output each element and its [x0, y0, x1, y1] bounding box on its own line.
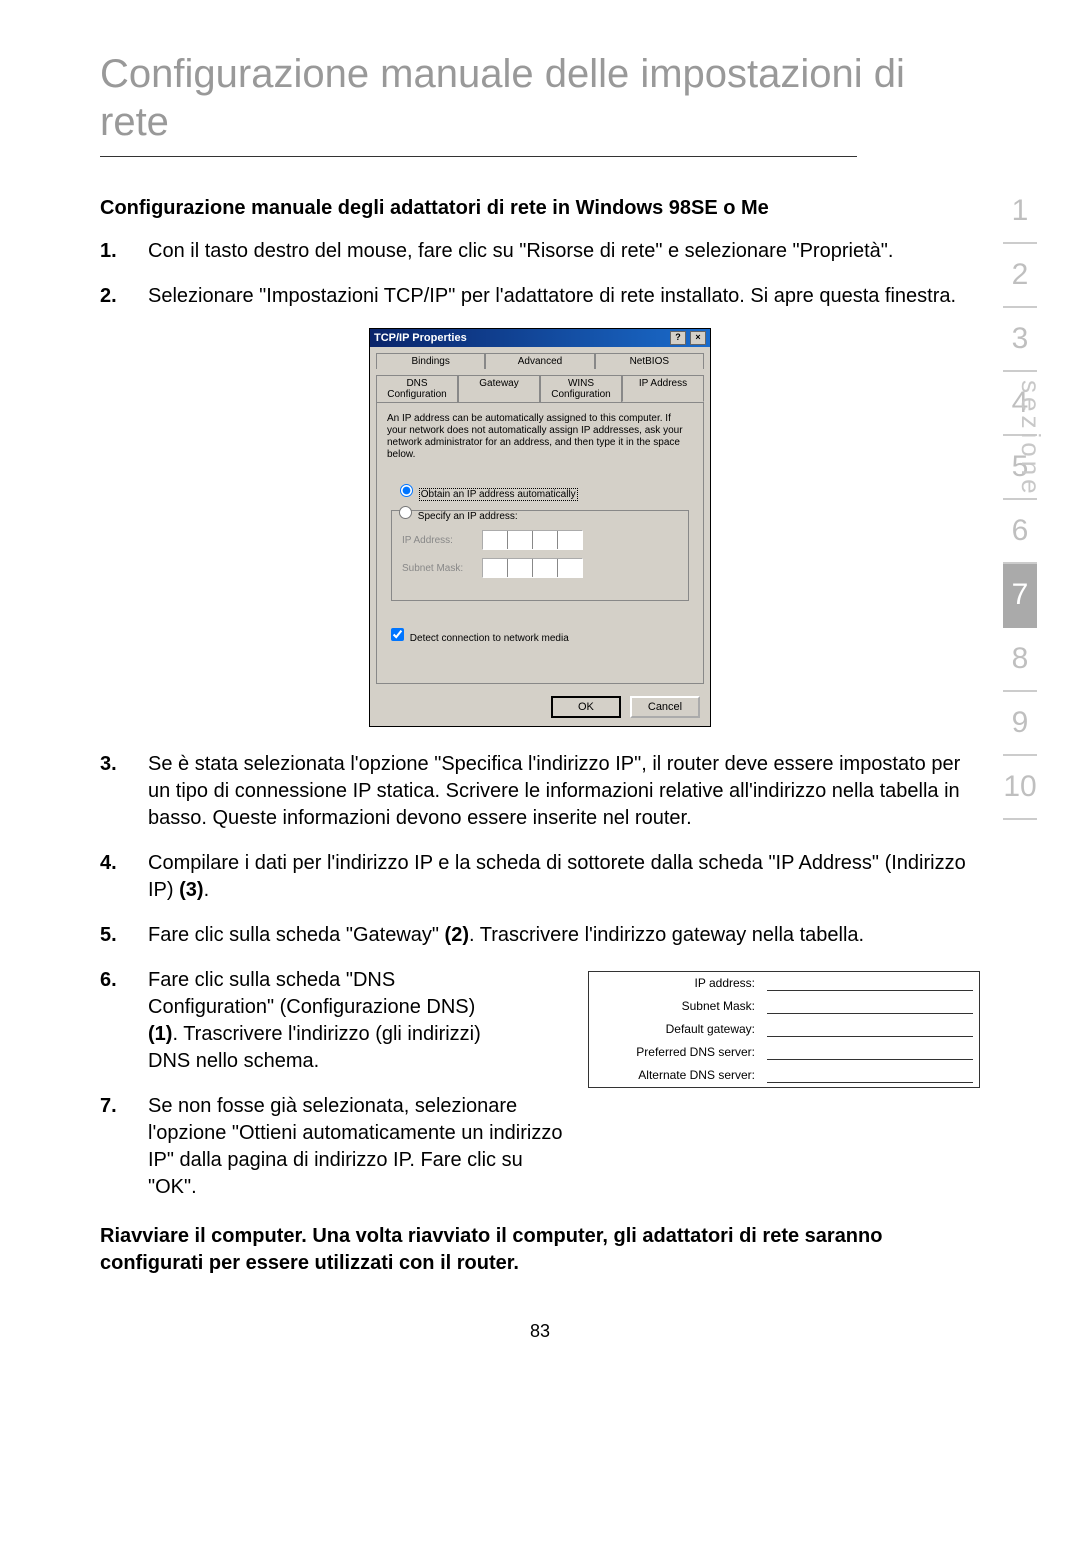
tab-netbios[interactable]: NetBIOS [595, 353, 704, 369]
address-note-table: IP address: Subnet Mask: Default gateway… [588, 971, 980, 1088]
tcpip-dialog-figure: TCP/IP Properties ? × Bindings Advanced … [100, 328, 980, 727]
specify-ip-fieldset: Specify an IP address: IP Address: Subne… [391, 510, 689, 601]
note-mask-value [767, 999, 973, 1014]
step-number: 4. [100, 850, 148, 904]
step-5: 5. Fare clic sulla scheda "Gateway" (2).… [100, 922, 980, 949]
step-number: 6. [100, 967, 148, 1075]
dialog-title: TCP/IP Properties [374, 332, 467, 344]
tab-body: An IP address can be automatically assig… [376, 402, 704, 684]
close-icon[interactable]: × [690, 331, 706, 345]
detect-connection-label: Detect connection to network media [410, 633, 569, 644]
note-alternate-dns-value [767, 1068, 973, 1083]
dialog-buttons: OK Cancel [370, 690, 710, 726]
tab-bindings[interactable]: Bindings [376, 353, 485, 369]
subnet-mask-row: Subnet Mask: [402, 558, 678, 578]
section-nav-7[interactable]: 7 [1003, 564, 1037, 628]
dialog-tabs-row1: Bindings Advanced NetBIOS [370, 347, 710, 369]
section-subheading: Configurazione manuale degli adattatori … [100, 197, 980, 220]
dialog-titlebar: TCP/IP Properties ? × [370, 329, 710, 347]
tab-advanced[interactable]: Advanced [485, 353, 594, 369]
detect-connection-checkbox[interactable] [391, 628, 404, 641]
radio-auto-label: Obtain an IP address automatically [419, 488, 578, 501]
section-nav-9[interactable]: 9 [1003, 692, 1037, 756]
tab-ip-address[interactable]: IP Address [622, 375, 704, 402]
note-gateway-label: Default gateway: [589, 1018, 761, 1041]
radio-obtain-auto[interactable]: Obtain an IP address automatically [395, 481, 693, 500]
section-nav-3[interactable]: 3 [1003, 308, 1037, 372]
step-number: 2. [100, 283, 148, 310]
step-text: Fare clic sulla scheda "Gateway" (2). Tr… [148, 922, 980, 949]
step-number: 5. [100, 922, 148, 949]
section-nav: 1 2 3 4 5 6 7 8 9 10 sezione [990, 180, 1050, 820]
note-preferred-dns-label: Preferred DNS server: [589, 1041, 761, 1064]
step-4: 4. Compilare i dati per l'indirizzo IP e… [100, 850, 980, 904]
dialog-description: An IP address can be automatically assig… [387, 413, 693, 461]
subnet-mask-input[interactable] [482, 558, 583, 578]
step-7: 7. Se non fosse già selezionata, selezio… [100, 1093, 572, 1201]
page-title: Configurazione manuale delle impostazion… [100, 50, 980, 146]
section-label: sezione [1015, 380, 1046, 498]
radio-auto-input[interactable] [400, 484, 413, 497]
step-text: Se è stata selezionata l'opzione "Specif… [148, 751, 980, 832]
step-text: Selezionare "Impostazioni TCP/IP" per l'… [148, 283, 980, 310]
step-number: 7. [100, 1093, 148, 1201]
section-nav-2[interactable]: 2 [1003, 244, 1037, 308]
radio-specify[interactable]: Specify an IP address: [394, 503, 678, 522]
note-gateway-value [767, 1022, 973, 1037]
note-alternate-dns-label: Alternate DNS server: [589, 1064, 761, 1087]
detect-connection-row[interactable]: Detect connection to network media [387, 625, 693, 644]
page-number: 83 [100, 1321, 980, 1342]
step-number: 3. [100, 751, 148, 832]
note-ip-value [767, 976, 973, 991]
step-text: Con il tasto destro del mouse, fare clic… [148, 238, 980, 265]
note-preferred-dns-value [767, 1045, 973, 1060]
step-text: Compilare i dati per l'indirizzo IP e la… [148, 850, 980, 904]
cancel-button[interactable]: Cancel [630, 696, 700, 718]
section-nav-10[interactable]: 10 [1003, 756, 1037, 820]
tab-wins-configuration[interactable]: WINS Configuration [540, 375, 622, 402]
tab-dns-configuration[interactable]: DNS Configuration [376, 375, 458, 402]
section-nav-1[interactable]: 1 [1003, 180, 1037, 244]
subnet-mask-label: Subnet Mask: [402, 563, 482, 574]
ok-button[interactable]: OK [551, 696, 621, 718]
radio-specify-label: Specify an IP address: [418, 511, 518, 522]
ip-address-label: IP Address: [402, 535, 482, 546]
tab-gateway[interactable]: Gateway [458, 375, 540, 402]
step-number: 1. [100, 238, 148, 265]
ip-address-input[interactable] [482, 530, 583, 550]
step-2: 2. Selezionare "Impostazioni TCP/IP" per… [100, 283, 980, 310]
step-6: 6. Fare clic sulla scheda "DNS Configura… [100, 967, 572, 1075]
step-3: 3. Se è stata selezionata l'opzione "Spe… [100, 751, 980, 832]
radio-specify-input[interactable] [399, 506, 412, 519]
ip-address-row: IP Address: [402, 530, 678, 550]
note-mask-label: Subnet Mask: [589, 995, 761, 1018]
note-ip-label: IP address: [589, 972, 761, 995]
section-nav-6[interactable]: 6 [1003, 500, 1037, 564]
section-nav-8[interactable]: 8 [1003, 628, 1037, 692]
help-icon[interactable]: ? [670, 331, 686, 345]
step-text: Se non fosse già selezionata, selezionar… [148, 1093, 572, 1201]
step-text: Fare clic sulla scheda "DNS Configuratio… [148, 967, 498, 1075]
tcpip-dialog: TCP/IP Properties ? × Bindings Advanced … [369, 328, 711, 727]
dialog-tabs-row2: DNS Configuration Gateway WINS Configura… [370, 369, 710, 402]
restart-note: Riavviare il computer. Una volta riavvia… [100, 1223, 980, 1277]
title-rule [100, 156, 857, 157]
step-1: 1. Con il tasto destro del mouse, fare c… [100, 238, 980, 265]
